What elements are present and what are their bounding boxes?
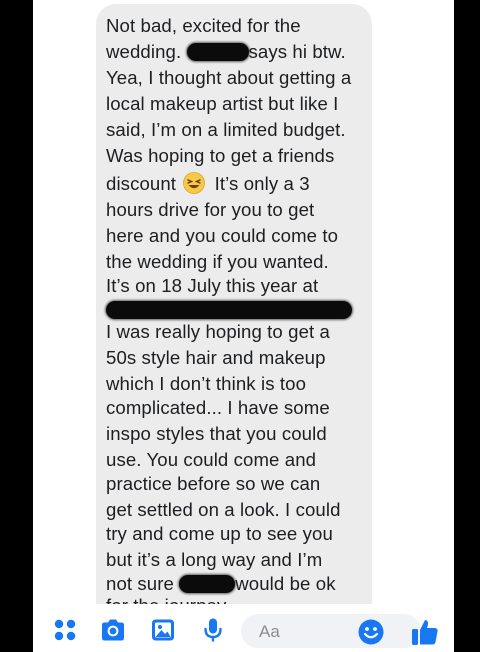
thumbs-up-icon[interactable]	[409, 616, 441, 648]
message-line: discount It’s only a 3	[106, 172, 310, 194]
message-input-placeholder: Aa	[259, 622, 280, 641]
message-line: 50s style hair and makeup	[106, 347, 326, 368]
message-line: but it’s a long way and I’m	[106, 549, 323, 570]
message-line: practice before so we can	[106, 473, 321, 494]
composer-bar: Aa	[33, 604, 454, 652]
message-line: use. You could come and	[106, 449, 317, 470]
message-line: wedding. says hi btw.	[106, 41, 346, 62]
message-line: It’s on 18 July this year at	[106, 275, 319, 296]
gallery-icon[interactable]	[149, 616, 177, 644]
redacted-venue	[106, 301, 352, 319]
message-line: said, I’m on a limited budget.	[106, 119, 346, 140]
message-line: get settled on a look. I could	[106, 499, 341, 520]
message-line: I was really hoping to get a	[106, 321, 330, 342]
message-line: the wedding if you wanted.	[106, 251, 329, 272]
message-line: which I don’t think is too	[106, 373, 307, 394]
message-line: complicated... I have some	[106, 397, 330, 418]
message-line: Was hoping to get a friends	[106, 145, 335, 166]
message-line: Not bad, excited for the	[106, 15, 301, 36]
message-line: not sure would be ok	[106, 573, 336, 594]
redacted-name	[186, 43, 249, 61]
message-thread[interactable]: Not bad, excited for the wedding. says h…	[33, 0, 454, 604]
apps-icon[interactable]	[51, 616, 79, 644]
message-line: here and you could come to	[106, 225, 339, 246]
message-input[interactable]: Aa	[241, 614, 421, 648]
redacted-name	[179, 575, 236, 593]
message-line: hours drive for you to get	[106, 199, 315, 220]
message-line: inspo styles that you could	[106, 423, 327, 444]
microphone-icon[interactable]	[199, 616, 227, 644]
message-line: Yea, I thought about getting a	[106, 67, 352, 88]
message-line: local makeup artist but like I	[106, 93, 339, 114]
laughing-emoji-icon	[183, 172, 206, 194]
camera-icon[interactable]	[99, 616, 127, 644]
messenger-screen: Not bad, excited for the wedding. says h…	[33, 0, 454, 652]
emoji-picker-icon[interactable]	[357, 618, 385, 646]
message-line	[106, 298, 352, 322]
message-line: for the journey	[106, 594, 226, 604]
message-line: try and come up to see you	[106, 523, 333, 544]
